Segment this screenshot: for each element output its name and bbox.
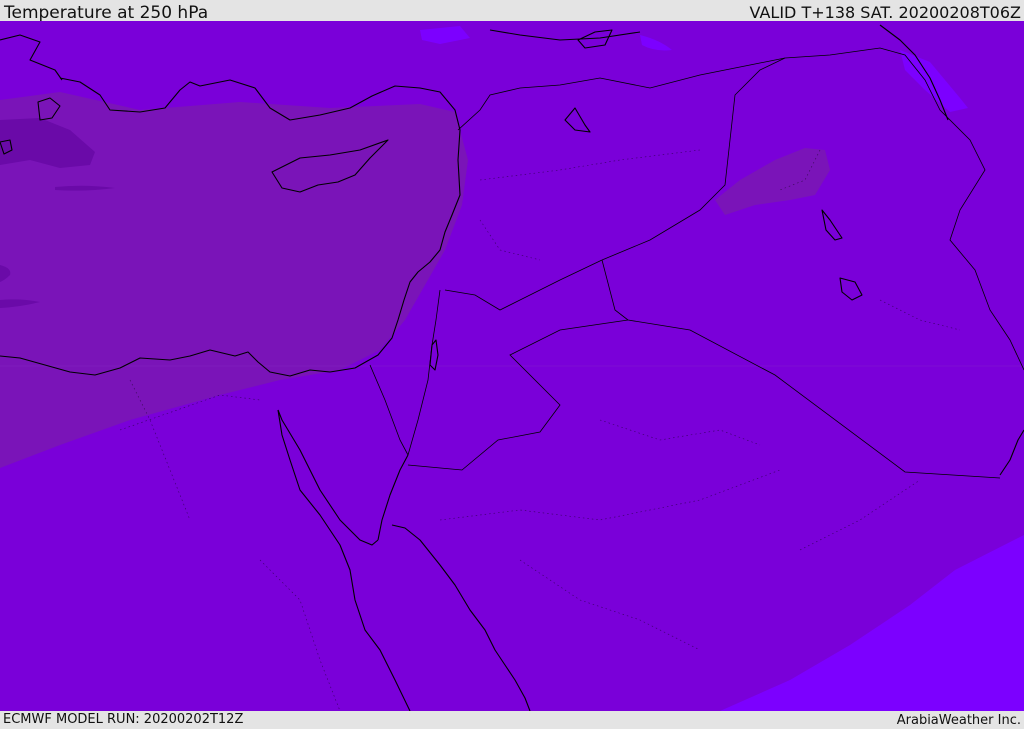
model-run-label: ECMWF MODEL RUN: 20200202T12Z xyxy=(3,712,244,727)
map-canvas xyxy=(0,21,1024,711)
valid-time: VALID T+138 SAT. 20200208T06Z xyxy=(749,3,1021,22)
top-bar: Temperature at 250 hPa VALID T+138 SAT. … xyxy=(0,0,1024,23)
map-title: Temperature at 250 hPa xyxy=(4,3,209,23)
credit-label: ArabiaWeather Inc. xyxy=(896,713,1021,728)
bottom-bar: ECMWF MODEL RUN: 20200202T12Z ArabiaWeat… xyxy=(0,711,1024,729)
